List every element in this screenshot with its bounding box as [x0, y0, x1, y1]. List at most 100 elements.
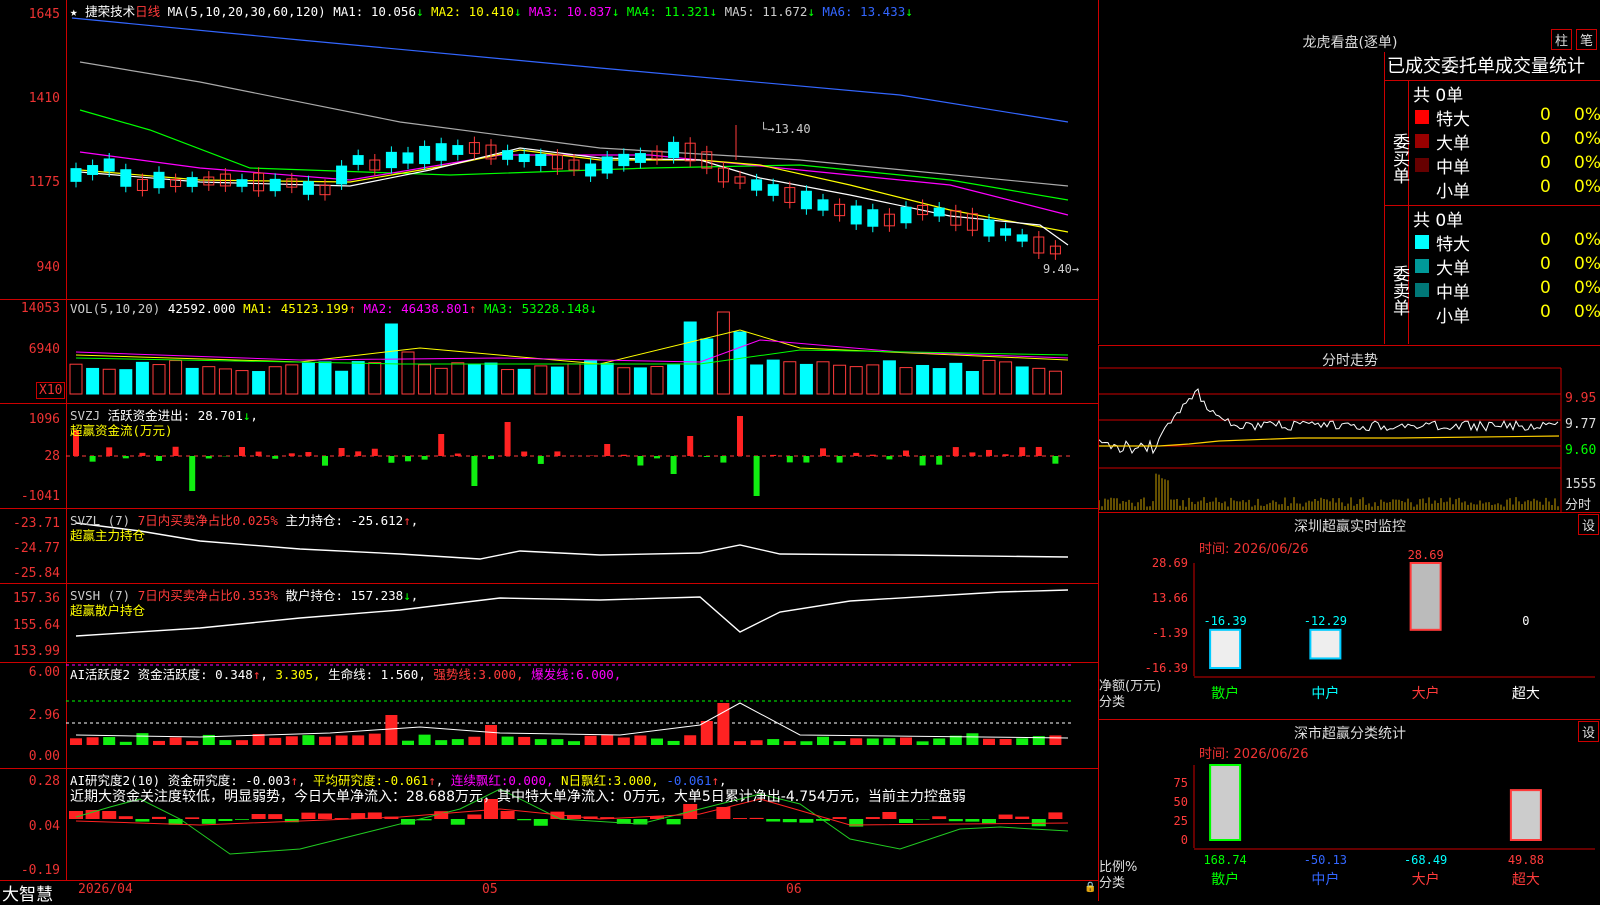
volume-bar	[834, 365, 846, 394]
ai-activity-panel[interactable]: 6.00 2.96 0.00 AI活跃度2 资金活跃度: 0.348↑, 3.3…	[0, 663, 1098, 769]
activity-bar	[435, 740, 447, 745]
candle-body	[386, 152, 396, 167]
flow-bar	[405, 456, 411, 461]
candle-body	[851, 206, 861, 224]
sz-stats-panel[interactable]: 深市超赢分类统计 设 时间: 2026/06/26 7550250168.74散…	[1098, 719, 1600, 901]
activity-bar	[850, 738, 862, 745]
candlestick-chart[interactable]	[0, 0, 1098, 299]
research-bar	[733, 818, 747, 819]
trend-arrow-icon: ↓	[710, 4, 718, 19]
flow-bar	[621, 455, 627, 456]
color-swatch	[1415, 134, 1429, 148]
activity-bar	[1000, 739, 1012, 745]
flow-bar	[754, 456, 760, 496]
color-swatch	[1415, 259, 1429, 273]
bar-view-button[interactable]: 柱	[1551, 29, 1572, 50]
longhu-panel[interactable]: 龙虎看盘(逐单) 柱 笔 已成交委托单成交量统计 委买单 共 0单 特大00%大…	[1098, 0, 1600, 344]
volume-bar	[684, 322, 696, 394]
flow-bar	[256, 452, 262, 456]
svsh-panel[interactable]: 157.36 155.64 153.99 SVSH (7) 7日内买卖净占比0.…	[0, 584, 1098, 663]
svzl-panel[interactable]: -23.71 -24.77 -25.84 SVZL (7) 7日内买卖净占比0.…	[0, 509, 1098, 584]
svzl-subtitle: 超赢主力持仓	[70, 525, 145, 544]
flow-bar	[671, 456, 677, 474]
research-bar	[982, 819, 996, 823]
activity-bar	[767, 739, 779, 745]
flow-bar	[106, 447, 112, 456]
svsh-item-label: 散户持仓:	[285, 588, 343, 603]
volume-bar	[302, 363, 314, 394]
flow-bar	[305, 452, 311, 456]
longhu-subtitle: 已成交委托单成交量统计	[1385, 52, 1600, 81]
candle-body	[503, 151, 513, 160]
intraday-axis-label: 9.77	[1565, 417, 1596, 432]
trend-arrow-icon: ↑	[348, 301, 356, 316]
indicator-value: MA5: 11.672	[717, 4, 807, 19]
volume-bar	[601, 363, 613, 394]
volume-value: 42592.000	[168, 301, 236, 316]
stock-name[interactable]: 捷荣技术	[85, 4, 135, 19]
sz-stats-bar-chart[interactable]: 7550250168.74散户-50.13中户-68.49大户49.88超大	[1099, 720, 1600, 901]
price-panel[interactable]: 1645 1410 1175 940 ★ 捷荣技术日线 MA(5,10,20,3…	[0, 0, 1098, 300]
research-bar	[152, 817, 166, 819]
volume-bar	[568, 364, 580, 394]
sz-monitor-panel[interactable]: 深圳超赢实时监控 设 时间: 2026/06/26 28.6913.66-1.3…	[1098, 512, 1600, 719]
activity-bar	[219, 740, 231, 745]
volume-bar	[269, 367, 281, 394]
date-axis-bar[interactable]: 大智慧 2026/04 05 06 🔒	[0, 880, 1098, 900]
activity-bar	[419, 735, 431, 745]
sz-monitor-bar-chart[interactable]: 28.6913.66-1.39-16.39-16.39散户-12.29中户28.…	[1099, 513, 1600, 719]
y-tick-label: -1.39	[1152, 626, 1188, 640]
period-label[interactable]: 日线	[135, 4, 160, 19]
volume-bar	[1049, 371, 1061, 394]
intraday-panel[interactable]: 分时走势 9.95 9.77 9.60 1555 分时	[1098, 345, 1600, 512]
kline-area[interactable]: 1645 1410 1175 940 ★ 捷荣技术日线 MA(5,10,20,3…	[0, 0, 1098, 900]
volume-bar	[933, 369, 945, 394]
order-row: 小单00%	[1410, 177, 1600, 201]
ai-research-panel[interactable]: 0.28 0.04 -0.19 AI研究度2(10) 资金研究度: -0.003…	[0, 769, 1098, 881]
flow-bar	[538, 456, 544, 464]
order-percent: 0%	[1574, 105, 1600, 125]
activity-bar	[70, 738, 82, 745]
activity-bar	[1016, 738, 1028, 745]
research-bar	[766, 819, 780, 822]
order-percent: 0%	[1574, 129, 1600, 149]
y-tick-label: 25	[1174, 814, 1188, 828]
flow-bar	[920, 456, 926, 465]
activity-bar	[269, 738, 281, 745]
data-label: -16.39	[1203, 614, 1246, 628]
order-view-button[interactable]: 笔	[1576, 29, 1597, 50]
order-row: 特大00%	[1410, 230, 1600, 254]
activity-bar	[485, 725, 497, 745]
ratio-bar	[1210, 765, 1240, 840]
research-bar	[534, 819, 548, 826]
data-label: -50.13	[1304, 853, 1347, 867]
volume-header: VOL(5,10,20) 42592.000 MA1: 45123.199↑ M…	[70, 301, 597, 316]
flow-bar	[206, 456, 212, 458]
ma-line	[72, 18, 1068, 122]
volume-panel[interactable]: 14053 6940 X10 VOL(5,10,20) 42592.000 MA…	[0, 300, 1098, 404]
category-label: 中户	[1311, 685, 1339, 702]
svzj-value: 28.701	[198, 408, 243, 423]
brand-logo[interactable]: 大智慧	[2, 880, 53, 905]
research-bar	[783, 819, 797, 822]
lock-icon[interactable]: 🔒	[1084, 882, 1096, 893]
volume-bar	[983, 360, 995, 394]
candle-body	[619, 154, 629, 165]
color-swatch	[1415, 158, 1429, 172]
flow-bar	[455, 454, 461, 456]
intraday-chart[interactable]	[1099, 346, 1600, 512]
indicator-value: MA2: 10.410	[424, 4, 514, 19]
candle-body	[353, 156, 363, 165]
longhu-title: 龙虎看盘(逐单)	[1099, 32, 1600, 52]
svzj-panel[interactable]: 1096 28 -1041 SVZJ 活跃资金进出: 28.701↓, 超赢资金…	[0, 404, 1098, 509]
svsh-value: 157.238	[351, 588, 404, 603]
flow-bar	[521, 452, 527, 456]
star-icon[interactable]: ★	[70, 4, 78, 19]
order-volume: 0	[1540, 302, 1551, 322]
data-label: 49.88	[1508, 853, 1544, 867]
order-percent: 0%	[1574, 177, 1600, 197]
activity-bar	[518, 737, 530, 745]
volume-bar	[236, 371, 248, 394]
research-bar	[119, 816, 133, 819]
volume-bar	[867, 365, 879, 394]
